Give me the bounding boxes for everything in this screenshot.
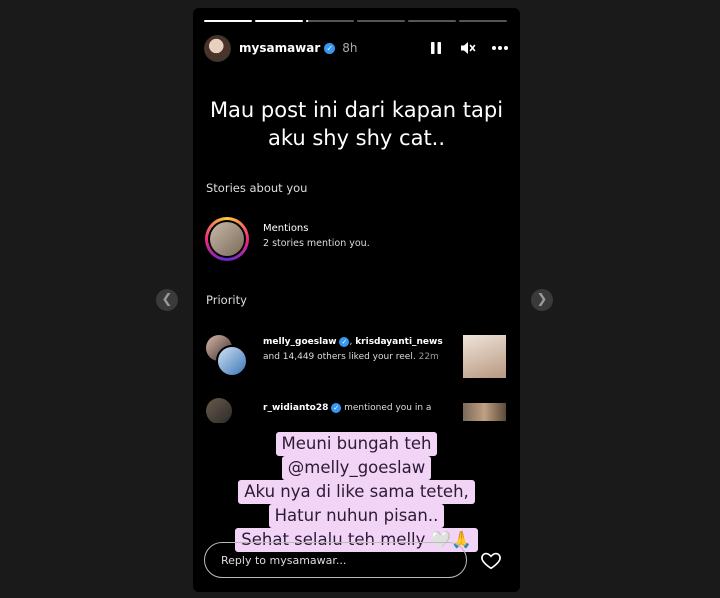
activity-user: melly_goeslaw: [263, 337, 337, 347]
pause-icon[interactable]: [427, 39, 445, 57]
progress-segment: [357, 20, 405, 22]
story-viewer: mysamawar ✓ 8h Mau post ini dari kapan t…: [193, 8, 520, 592]
activity-avatars: [206, 335, 248, 377]
section-label-priority: Priority: [206, 293, 247, 307]
caption-line: aku shy shy cat..: [267, 126, 446, 150]
next-story-button[interactable]: ❯: [531, 289, 553, 311]
verified-badge-icon: ✓: [339, 336, 350, 347]
verified-badge-icon: ✓: [324, 42, 336, 54]
progress-segment: [204, 20, 252, 22]
story-username[interactable]: mysamawar: [239, 41, 320, 55]
activity-text: mentioned you in a: [344, 403, 432, 413]
heart-icon[interactable]: [480, 549, 502, 571]
activity-thumbnail: [463, 403, 506, 421]
activity-time: 22m: [418, 352, 439, 362]
sticker-line: Hatur nuhun pisan..: [268, 504, 445, 528]
avatar[interactable]: [204, 34, 231, 62]
activity-user: krisdayanti_news: [355, 337, 443, 347]
mentions-title: Mentions: [263, 223, 309, 234]
more-icon[interactable]: [491, 39, 509, 57]
activity-thumbnail: [463, 335, 506, 378]
mentions-avatar: [205, 217, 249, 261]
mentions-subtitle: 2 stories mention you.: [263, 238, 370, 249]
progress-segment: [408, 20, 456, 22]
verified-badge-icon: ✓: [331, 402, 342, 413]
activity-row: melly_goeslaw ✓, krisdayanti_news and 14…: [263, 335, 453, 365]
story-header: mysamawar ✓ 8h: [204, 34, 509, 62]
sticker-line: @melly_goeslaw: [281, 456, 432, 480]
mute-icon[interactable]: [459, 39, 477, 57]
reply-placeholder: Reply to mysamawar...: [221, 553, 347, 567]
activity-row: r_widianto28 ✓ mentioned you in a: [263, 401, 453, 416]
story-caption: Mau post ini dari kapan tapi aku shy shy…: [193, 96, 520, 152]
activity-text: and 14,449 others liked your reel.: [263, 352, 416, 362]
section-label-stories: Stories about you: [206, 181, 308, 195]
progress-segment: [306, 20, 354, 22]
progress-segment: [255, 20, 303, 22]
story-timestamp: 8h: [342, 41, 358, 55]
sticker-line: Meuni bungah teh: [275, 432, 438, 456]
text-sticker: Meuni bungah teh @melly_goeslaw Aku nya …: [193, 432, 520, 552]
previous-story-button[interactable]: ❮: [156, 289, 178, 311]
progress-segment: [459, 20, 507, 22]
activity-user: r_widianto28: [263, 403, 329, 413]
story-progress-bar: [204, 20, 507, 22]
sticker-line: Aku nya di like sama teteh,: [238, 480, 475, 504]
reply-input[interactable]: Reply to mysamawar...: [204, 542, 467, 578]
caption-line: Mau post ini dari kapan tapi: [209, 98, 504, 122]
